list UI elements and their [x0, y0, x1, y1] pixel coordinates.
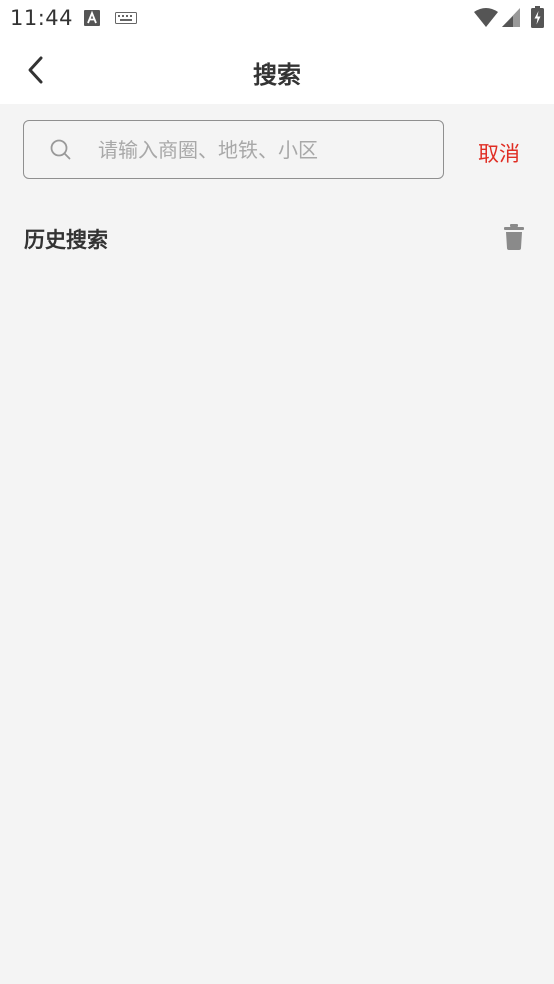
wifi-icon: [474, 8, 498, 27]
search-icon: [50, 139, 71, 160]
header: 搜索: [0, 38, 554, 104]
clear-history-button[interactable]: [502, 224, 526, 250]
cancel-button[interactable]: 取消: [478, 138, 520, 168]
page-title: 搜索: [253, 61, 301, 89]
keyboard-icon: [115, 12, 137, 24]
search-box[interactable]: [23, 120, 444, 179]
history-section-title: 历史搜索: [24, 228, 108, 252]
signal-icon: [502, 8, 520, 27]
trash-icon: [504, 224, 524, 250]
status-bar: 11:44: [0, 0, 554, 38]
battery-charging-icon: [531, 6, 544, 28]
text-a-icon: [84, 10, 100, 26]
status-time: 11:44: [10, 6, 74, 30]
search-input[interactable]: [96, 131, 430, 169]
